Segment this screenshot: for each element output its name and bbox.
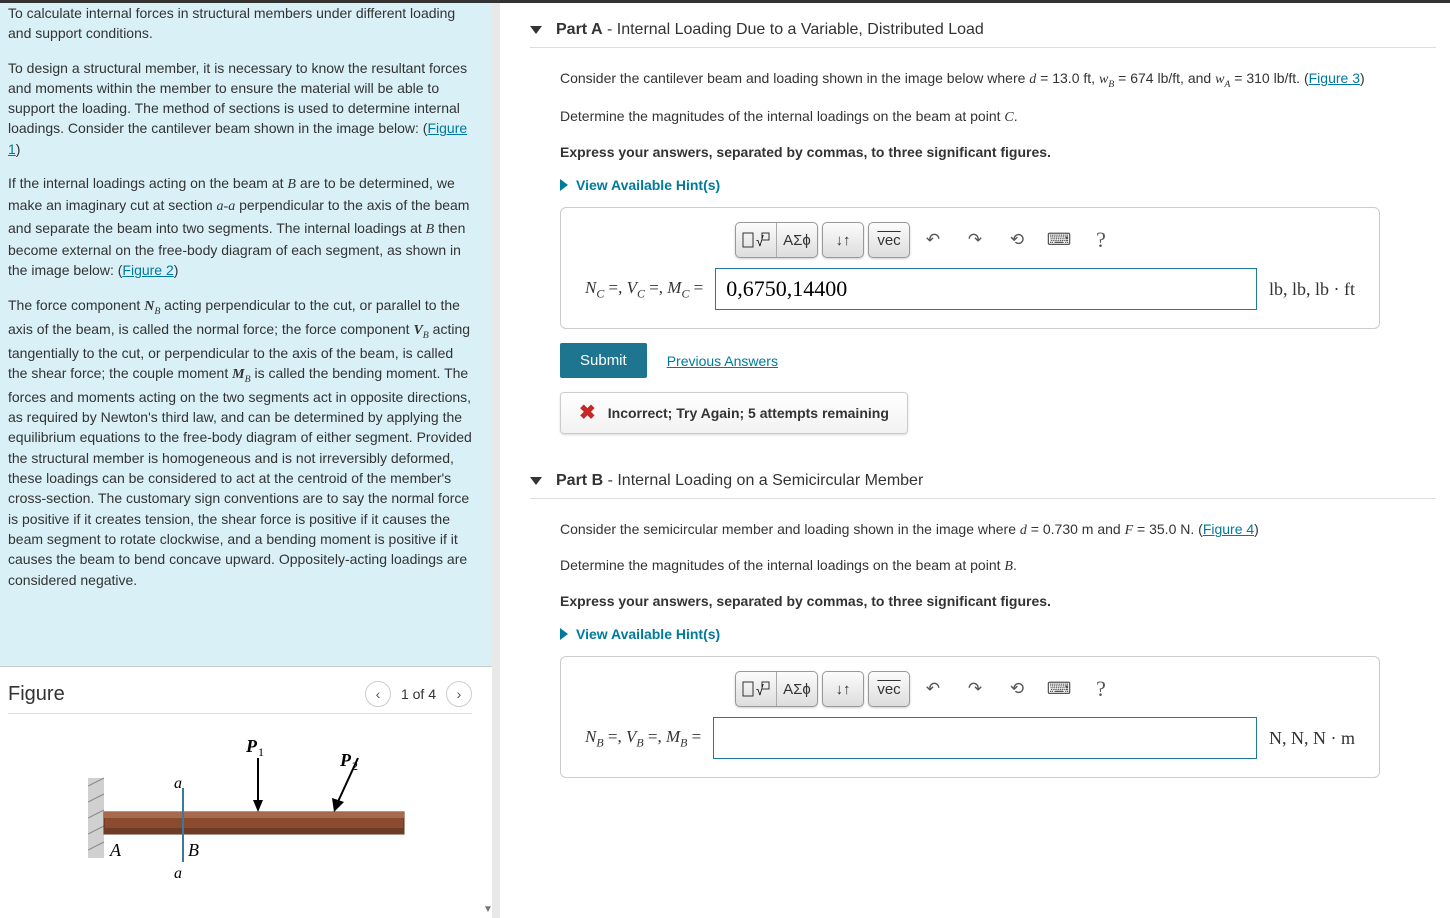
part-a-answer-input[interactable] (715, 268, 1257, 310)
para-forces: The force component NB acting perpendicu… (8, 295, 472, 590)
part-a-buttons: Submit Previous Answers (560, 343, 1436, 378)
part-b-body: Consider the semicircular member and loa… (530, 519, 1436, 778)
vec-button[interactable]: vec (869, 223, 909, 257)
part-b-hints-toggle[interactable]: View Available Hint(s) (560, 626, 1436, 642)
figure-prev-button[interactable]: ‹ (365, 681, 391, 707)
undo-button[interactable]: ↶ (914, 223, 952, 257)
left-column: To calculate internal forces in structur… (0, 3, 500, 918)
part-b-problem: Consider the semicircular member and loa… (560, 519, 1436, 541)
part-a-units: lb, lb, lb · ft (1269, 279, 1355, 300)
math-templates-group: √ ΑΣϕ (735, 222, 818, 258)
collapse-caret-icon (530, 26, 542, 34)
svg-text:√: √ (756, 682, 764, 698)
part-b-determine: Determine the magnitudes of the internal… (560, 555, 1436, 577)
part-b-units: N, N, N · m (1269, 728, 1355, 749)
help-button[interactable]: ? (1082, 672, 1120, 706)
feedback-text: Incorrect; Try Again; 5 attempts remaini… (608, 405, 889, 421)
help-button[interactable]: ? (1082, 223, 1120, 257)
keyboard-button[interactable]: ⌨ (1040, 223, 1078, 257)
templates-button[interactable]: √ (736, 223, 777, 257)
para-objective: To calculate internal forces in structur… (8, 3, 472, 44)
greek-button[interactable]: ΑΣϕ (777, 672, 817, 706)
part-b-header[interactable]: Part B - Internal Loading on a Semicircu… (530, 464, 1436, 499)
templates-button[interactable]: √ (736, 672, 777, 706)
input-toolbar-b: √ ΑΣϕ ↓↑ vec ↶ ↷ ⟲ ⌨ ? (735, 671, 1355, 707)
right-column: Part A - Internal Loading Due to a Varia… (500, 3, 1450, 918)
figure-section: Figure ‹ 1 of 4 › (0, 666, 492, 918)
figure-3-link[interactable]: Figure 3 (1309, 70, 1360, 86)
svg-text:B: B (188, 840, 199, 860)
part-a-hints-toggle[interactable]: View Available Hint(s) (560, 177, 1436, 193)
vec-button[interactable]: vec (869, 672, 909, 706)
figure-counter: 1 of 4 (401, 686, 436, 702)
caret-right-icon (560, 179, 568, 191)
input-toolbar-a: √ ΑΣϕ ↓↑ vec ↶ ↷ ⟲ ⌨ ? (735, 222, 1355, 258)
figure-next-button[interactable]: › (446, 681, 472, 707)
figure-4-link[interactable]: Figure 4 (1203, 521, 1254, 537)
part-a-input-panel: √ ΑΣϕ ↓↑ vec ↶ ↷ ⟲ ⌨ ? NC =, VC =, MC = … (560, 207, 1380, 329)
figure-title: Figure (8, 683, 65, 706)
svg-text:A: A (109, 840, 122, 860)
reset-button[interactable]: ⟲ (998, 223, 1036, 257)
part-a-problem: Consider the cantilever beam and loading… (560, 68, 1436, 92)
part-a-equation-row: NC =, VC =, MC = lb, lb, lb · ft (585, 268, 1355, 310)
caret-right-icon (560, 628, 568, 640)
part-b-answer-input[interactable] (713, 717, 1257, 759)
svg-text:2: 2 (352, 759, 358, 773)
keyboard-button[interactable]: ⌨ (1040, 672, 1078, 706)
para-intro: To design a structural member, it is nec… (8, 58, 472, 159)
part-a-submit-button[interactable]: Submit (560, 343, 647, 378)
svg-text:P: P (245, 738, 258, 756)
svg-text:a: a (174, 775, 182, 792)
part-a-header[interactable]: Part A - Internal Loading Due to a Varia… (530, 13, 1436, 48)
scroll-down-arrow[interactable]: ▼ (482, 904, 494, 918)
figure-2-link[interactable]: Figure 2 (122, 262, 173, 278)
incorrect-icon: ✖ (579, 403, 596, 423)
svg-text:√: √ (756, 233, 764, 249)
arrows-button[interactable]: ↓↑ (823, 672, 863, 706)
collapse-caret-icon (530, 477, 542, 485)
svg-text:a: a (174, 865, 182, 882)
part-b-input-panel: √ ΑΣϕ ↓↑ vec ↶ ↷ ⟲ ⌨ ? NB =, VB =, MB = … (560, 656, 1380, 778)
learning-objective-panel: To calculate internal forces in structur… (0, 3, 492, 666)
redo-button[interactable]: ↷ (956, 223, 994, 257)
arrows-button[interactable]: ↓↑ (823, 223, 863, 257)
figure-header: Figure ‹ 1 of 4 › (8, 681, 472, 714)
part-a-previous-answers-link[interactable]: Previous Answers (667, 353, 778, 369)
part-b-equation-row: NB =, VB =, MB = N, N, N · m (585, 717, 1355, 759)
part-a-feedback: ✖ Incorrect; Try Again; 5 attempts remai… (560, 392, 908, 434)
part-b-eq-label: NB =, VB =, MB = (585, 727, 701, 750)
svg-text:1: 1 (258, 745, 264, 759)
redo-button[interactable]: ↷ (956, 672, 994, 706)
figure-nav: ‹ 1 of 4 › (365, 681, 472, 707)
undo-button[interactable]: ↶ (914, 672, 952, 706)
reset-button[interactable]: ⟲ (998, 672, 1036, 706)
para-cut: If the internal loadings acting on the b… (8, 173, 472, 280)
part-a-express: Express your answers, separated by comma… (560, 142, 1436, 163)
part-a-eq-label: NC =, VC =, MC = (585, 278, 703, 301)
svg-text:P: P (339, 750, 352, 770)
part-a-determine: Determine the magnitudes of the internal… (560, 106, 1436, 128)
part-a-body: Consider the cantilever beam and loading… (530, 68, 1436, 434)
beam-diagram: P 1 P 2 a a A B (8, 728, 472, 908)
greek-button[interactable]: ΑΣϕ (777, 223, 817, 257)
part-b-express: Express your answers, separated by comma… (560, 591, 1436, 612)
